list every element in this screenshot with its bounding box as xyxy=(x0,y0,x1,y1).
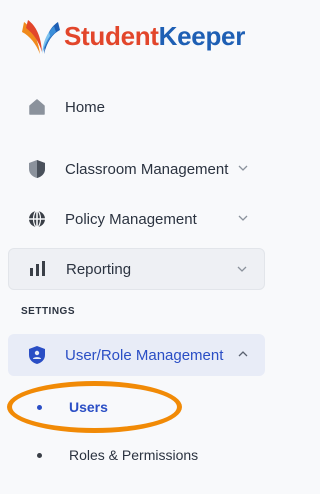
chevron-down-icon xyxy=(237,266,247,272)
sub-item-roles-permissions-label: Roles & Permissions xyxy=(69,447,199,463)
globe-icon xyxy=(26,208,48,230)
home-icon xyxy=(26,96,48,118)
bullet-dot xyxy=(37,452,42,458)
nav-item-user-role-management-label: User/Role Management xyxy=(65,346,224,364)
logo-wing-icon xyxy=(22,20,60,54)
chevron-down-icon xyxy=(238,215,248,221)
settings-section-title: SETTINGS xyxy=(21,306,76,317)
nav-item-reporting[interactable]: Reporting xyxy=(8,248,265,290)
chevron-down-icon xyxy=(238,165,248,171)
sub-item-roles-permissions[interactable]: Roles & Permissions xyxy=(8,440,265,470)
app-logo[interactable]: StudentKeeper xyxy=(18,14,245,58)
sub-item-users[interactable]: Users xyxy=(8,392,265,422)
user-shield-icon xyxy=(26,344,48,366)
brand-name: StudentKeeper xyxy=(64,21,245,52)
nav-item-classroom-management-label: Classroom Management xyxy=(65,160,229,178)
nav-item-reporting-label: Reporting xyxy=(66,260,132,278)
bar-chart-icon xyxy=(27,258,49,280)
nav-item-home-label: Home xyxy=(65,98,106,116)
nav-item-policy-management[interactable]: Policy Management xyxy=(8,198,265,240)
brand-name-part2: Keeper xyxy=(158,20,246,51)
bullet-dot xyxy=(37,404,42,410)
nav-item-classroom-management[interactable]: Classroom Management xyxy=(8,148,265,190)
sub-item-users-label: Users xyxy=(69,399,108,415)
nav-item-policy-management-label: Policy Management xyxy=(65,210,197,228)
nav-item-user-role-management[interactable]: User/Role Management xyxy=(8,334,265,376)
nav-item-home[interactable]: Home xyxy=(8,86,265,128)
brand-name-part1: Student xyxy=(64,20,159,51)
chevron-up-icon xyxy=(238,351,248,357)
shield-icon xyxy=(26,158,48,180)
